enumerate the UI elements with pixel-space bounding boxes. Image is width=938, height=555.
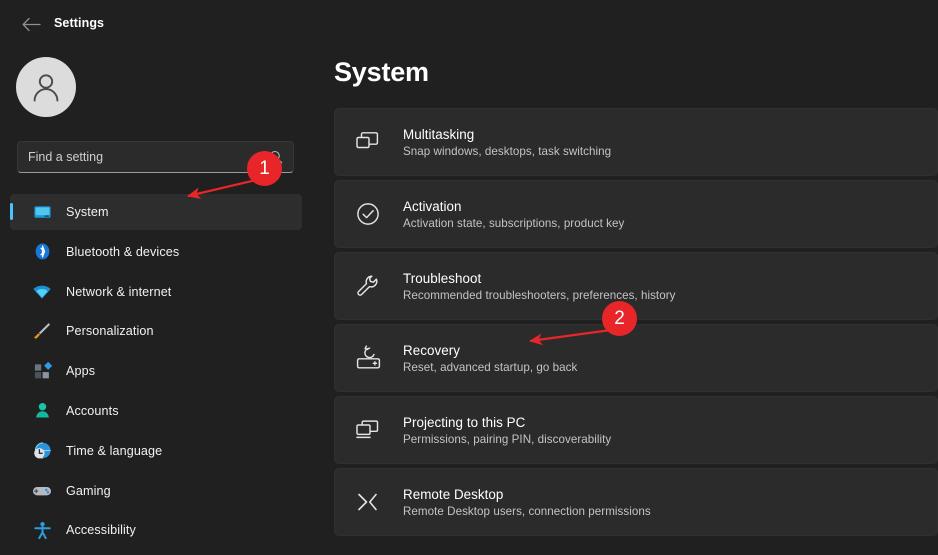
paintbrush-icon [32,321,52,341]
check-circle-icon [351,197,385,231]
card-title: Troubleshoot [403,270,482,286]
sidebar-item-gaming[interactable]: Gaming [10,473,302,509]
sidebar-item-label: Accounts [66,403,119,418]
settings-card-projecting-to-this-pc[interactable]: Projecting to this PC Permissions, pairi… [334,396,938,464]
back-button[interactable] [14,12,48,36]
app-title: Settings [54,16,105,30]
card-title: Recovery [403,342,460,358]
page-title: System [334,57,429,87]
apps-grid-icon [32,361,52,381]
sidebar-item-label: Network & internet [66,284,172,299]
card-title: Multitasking [403,126,475,142]
sidebar-item-label: Apps [66,364,96,379]
settings-card-list: Multitasking Snap windows, desktops, tas… [334,108,938,540]
sidebar-item-bluetooth-devices[interactable]: Bluetooth & devices [10,234,302,270]
person-icon [32,401,52,421]
windows-stack-icon [351,125,385,159]
card-subtitle: Reset, advanced startup, go back [403,360,578,374]
gamepad-icon [32,481,52,501]
monitor-icon [32,202,52,222]
settings-card-remote-desktop[interactable]: Remote Desktop Remote Desktop users, con… [334,468,938,536]
sidebar-item-accounts[interactable]: Accounts [10,393,302,429]
sidebar-item-accessibility[interactable]: Accessibility [10,512,302,548]
user-avatar-icon [33,74,59,102]
back-arrow-icon [22,17,41,31]
recovery-drive-icon [351,341,385,375]
search-box[interactable] [17,141,294,173]
clock-globe-icon [32,441,52,461]
sidebar-item-system[interactable]: System [10,194,302,230]
wifi-icon [32,282,52,302]
settings-window: Settings Find a setting System Bluetooth… [0,0,938,555]
search-icon[interactable] [269,150,283,164]
sidebar-item-label: Time & language [66,443,163,458]
accessibility-person-icon [32,520,52,540]
projecting-screens-icon [351,413,385,447]
sidebar-item-apps[interactable]: Apps [10,353,302,389]
bluetooth-icon [32,242,52,262]
settings-card-troubleshoot[interactable]: Troubleshoot Recommended troubleshooters… [334,252,938,320]
sidebar-item-label: System [66,205,109,219]
card-title: Activation [403,198,462,214]
sidebar-item-label: Gaming [66,483,111,498]
search-input[interactable] [28,150,269,164]
sidebar-item-network-internet[interactable]: Network & internet [10,274,302,310]
card-title: Remote Desktop [403,486,504,502]
avatar[interactable] [16,57,76,117]
sidebar-item-label: Bluetooth & devices [66,244,180,259]
wrench-icon [351,269,385,303]
card-subtitle: Recommended troubleshooters, preferences… [403,288,676,302]
settings-card-recovery[interactable]: Recovery Reset, advanced startup, go bac… [334,324,938,392]
settings-card-activation[interactable]: Activation Activation state, subscriptio… [334,180,938,248]
settings-card-multitasking[interactable]: Multitasking Snap windows, desktops, tas… [334,108,938,176]
sidebar-nav: System Bluetooth & devices Network & int… [10,194,302,552]
card-subtitle: Remote Desktop users, connection permiss… [403,504,651,518]
sidebar-item-personalization[interactable]: Personalization [10,313,302,349]
main-content: System Multitasking Snap windows, deskto… [312,44,938,555]
search-container [17,141,294,173]
sidebar: System Bluetooth & devices [0,44,312,555]
title-bar: Settings [0,0,938,44]
card-subtitle: Activation state, subscriptions, product… [403,216,625,230]
card-subtitle: Snap windows, desktops, task switching [403,144,612,158]
sidebar-item-time-language[interactable]: Time & language [10,433,302,469]
card-subtitle: Permissions, pairing PIN, discoverabilit… [403,432,612,446]
card-title: Projecting to this PC [403,414,526,430]
sidebar-item-label: Personalization [66,324,154,339]
remote-desktop-icon [351,485,385,519]
sidebar-item-label: Accessibility [66,523,136,538]
